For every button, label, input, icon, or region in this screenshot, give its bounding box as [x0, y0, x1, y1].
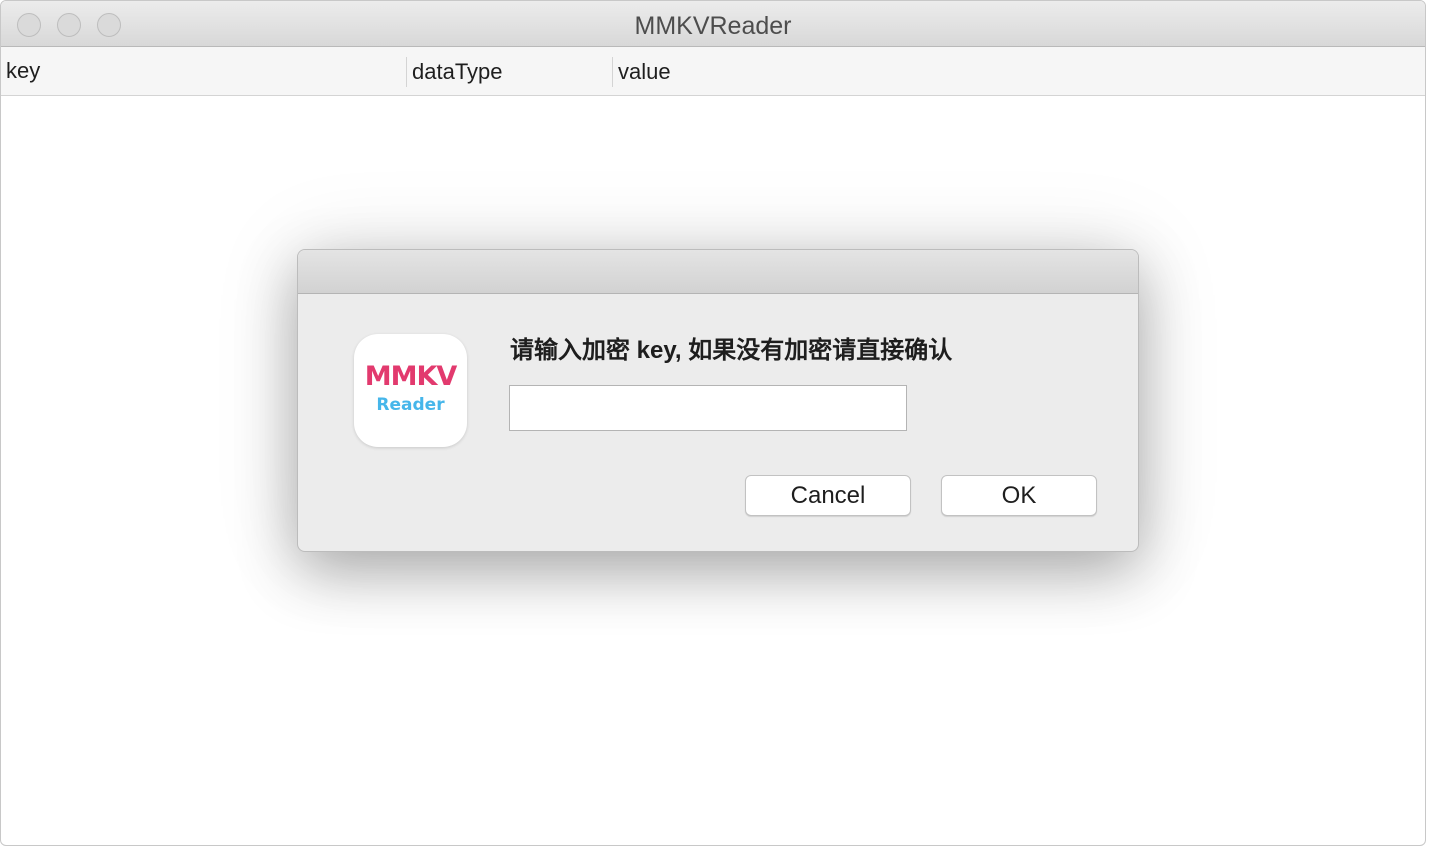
encryption-key-dialog: MMKV Reader 请输入加密 key, 如果没有加密请直接确认 Cance…: [297, 249, 1139, 552]
app-icon-text-reader: Reader: [376, 395, 445, 415]
window-title: MMKVReader: [634, 12, 792, 40]
column-header-datatype[interactable]: dataType: [406, 57, 612, 87]
dialog-titlebar: [298, 250, 1138, 294]
table-header: key dataType value: [1, 47, 1425, 96]
column-header-key[interactable]: key: [1, 47, 406, 95]
ok-button[interactable]: OK: [941, 475, 1097, 516]
column-header-value[interactable]: value: [612, 57, 1425, 87]
mmkv-reader-app-icon: MMKV Reader: [354, 334, 467, 447]
dialog-prompt: 请输入加密 key, 如果没有加密请直接确认: [510, 337, 953, 364]
window-titlebar[interactable]: MMKVReader: [1, 1, 1425, 47]
cancel-button[interactable]: Cancel: [745, 475, 911, 516]
encryption-key-input[interactable]: [509, 385, 907, 431]
app-icon-text-mmkv: MMKV: [364, 361, 458, 392]
